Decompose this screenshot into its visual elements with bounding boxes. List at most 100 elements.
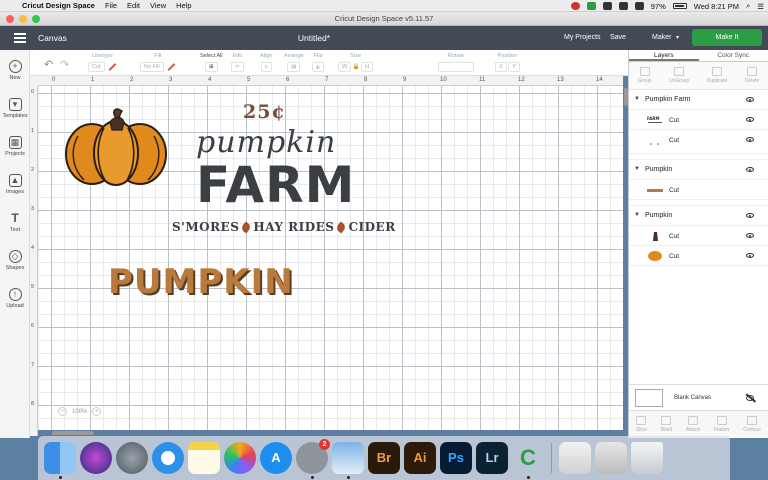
document-title[interactable]: Untitled*: [0, 33, 628, 43]
menu-file[interactable]: File: [105, 1, 117, 10]
dock-illustrator-icon[interactable]: Ai: [404, 442, 436, 474]
layer-group-pumpkin-text[interactable]: ▼ Pumpkin: [629, 160, 768, 180]
attach-button[interactable]: Attach: [686, 416, 700, 433]
eye-icon[interactable]: [746, 167, 754, 172]
art-script-text[interactable]: pumpkin: [196, 125, 336, 160]
dock-system-preferences-icon[interactable]: 2: [296, 439, 330, 479]
layer-item[interactable]: Cut: [629, 246, 768, 266]
weld-button[interactable]: Weld: [661, 416, 672, 433]
dock-finder-icon[interactable]: [44, 442, 76, 479]
menubar-clock[interactable]: Wed 8:21 PM: [694, 2, 739, 11]
linetype-select[interactable]: Cut: [88, 62, 105, 72]
align-control[interactable]: Align ≡: [260, 53, 272, 72]
chevron-down-icon[interactable]: ▼: [634, 212, 640, 218]
select-all-icon[interactable]: ⊞: [205, 62, 218, 72]
save-button[interactable]: Save: [610, 34, 626, 41]
dock-safari-icon[interactable]: [152, 442, 184, 474]
edit-icon[interactable]: ✂: [231, 62, 244, 72]
dock-preview-icon[interactable]: [332, 442, 364, 479]
menu-edit[interactable]: Edit: [127, 1, 140, 10]
notification-center-icon[interactable]: ☰: [757, 2, 764, 11]
arrange-icon[interactable]: ▤: [287, 62, 301, 72]
zoom-out-button[interactable]: −: [58, 407, 67, 416]
art-tagline[interactable]: S'MORES HAY RIDES CIDER: [172, 220, 396, 234]
size-control[interactable]: Size W 🔒 H: [338, 53, 374, 72]
eye-icon[interactable]: [746, 137, 754, 142]
sidebar-item-text[interactable]: T Text: [0, 212, 30, 234]
align-icon[interactable]: ≡: [260, 62, 272, 72]
linetype-color-icon[interactable]: [108, 62, 116, 71]
position-y-input[interactable]: Y: [508, 62, 520, 72]
rotate-control[interactable]: Rotate: [438, 53, 474, 72]
art-farm-text[interactable]: FARM: [196, 159, 355, 211]
tray-app-icon[interactable]: [570, 2, 580, 10]
zoom-in-button[interactable]: +: [92, 407, 102, 416]
position-control[interactable]: Position X Y: [495, 53, 520, 72]
tray-bluetooth-icon[interactable]: [602, 2, 612, 10]
eye-icon[interactable]: [746, 233, 754, 238]
sidebar-item-shapes[interactable]: ◇ Shapes: [0, 250, 30, 271]
size-width-input[interactable]: W: [338, 62, 352, 72]
redo-icon[interactable]: ↷: [60, 58, 69, 71]
lock-icon[interactable]: 🔒: [353, 64, 360, 70]
art-price-text[interactable]: 25¢: [243, 101, 286, 123]
layer-item[interactable]: FARM Cut: [629, 110, 768, 130]
canvas-horizontal-scrollbar[interactable]: [52, 431, 94, 435]
chevron-down-icon[interactable]: ▾: [676, 34, 679, 41]
eye-icon[interactable]: [746, 253, 754, 258]
contour-button[interactable]: Contour: [743, 416, 761, 433]
machine-select[interactable]: Maker: [652, 34, 671, 41]
tray-volume-icon[interactable]: [634, 2, 644, 10]
tab-color-sync[interactable]: Color Sync: [699, 50, 768, 61]
tray-wifi-icon[interactable]: [618, 2, 628, 10]
menu-view[interactable]: View: [150, 1, 166, 10]
dock-cricut-icon[interactable]: C: [512, 442, 544, 479]
chevron-down-icon[interactable]: ▼: [634, 96, 640, 102]
ungroup-button[interactable]: UnGroup: [669, 67, 689, 84]
dock-textedit-icon[interactable]: [559, 442, 591, 474]
dock-launchpad-icon[interactable]: [116, 442, 148, 474]
group-button[interactable]: Group: [638, 67, 652, 84]
dock-bridge-icon[interactable]: Br: [368, 442, 400, 474]
duplicate-button[interactable]: Duplicate: [707, 67, 727, 84]
tray-cricut-icon[interactable]: [586, 2, 596, 10]
fill-select[interactable]: No Fill: [140, 62, 164, 72]
flip-control[interactable]: Flip ◭: [312, 53, 325, 72]
dock-app-store-icon[interactable]: A: [260, 442, 292, 474]
dock-window-icon[interactable]: [595, 442, 627, 474]
tab-layers[interactable]: Layers: [629, 50, 699, 61]
layer-item[interactable]: Cut: [629, 130, 768, 154]
blank-canvas-row[interactable]: Blank Canvas: [629, 384, 768, 410]
sidebar-item-new[interactable]: + New: [0, 60, 30, 81]
sidebar-item-projects[interactable]: ▦ Projects: [0, 136, 30, 157]
make-it-button[interactable]: Make It: [692, 29, 762, 46]
arrange-control[interactable]: Arrange ▤: [284, 53, 304, 72]
eye-icon[interactable]: [746, 117, 754, 122]
layer-item[interactable]: Cut: [629, 180, 768, 200]
rotate-input[interactable]: [438, 62, 474, 72]
delete-button[interactable]: Delete: [745, 67, 759, 84]
layer-group-pumpkin-image[interactable]: ▼ Pumpkin: [629, 206, 768, 226]
layer-group-pumpkin-farm[interactable]: ▼ Pumpkin Farm: [629, 90, 768, 110]
dock-siri-icon[interactable]: [80, 442, 112, 474]
fill-color-icon[interactable]: [167, 62, 175, 71]
slice-button[interactable]: Slice: [636, 416, 647, 433]
edit-control[interactable]: Edit ✂: [231, 53, 244, 72]
size-height-input[interactable]: H: [361, 62, 374, 72]
undo-icon[interactable]: ↶: [44, 58, 53, 71]
spotlight-search-icon[interactable]: ⌕: [746, 1, 750, 11]
menu-help[interactable]: Help: [176, 1, 191, 10]
blank-canvas-swatch[interactable]: [635, 389, 663, 407]
fill-control[interactable]: Fill No Fill: [140, 53, 176, 72]
dock-lightroom-icon[interactable]: Lr: [476, 442, 508, 474]
sidebar-item-upload[interactable]: ↑ Upload: [0, 288, 30, 309]
pumpkin-image[interactable]: [62, 108, 170, 188]
position-x-input[interactable]: X: [495, 62, 507, 72]
layer-item[interactable]: Cut: [629, 226, 768, 246]
linetype-control[interactable]: Linetype Cut: [88, 53, 117, 72]
select-all-control[interactable]: Select All ⊞: [200, 53, 223, 72]
chevron-down-icon[interactable]: ▼: [634, 166, 640, 172]
battery-icon[interactable]: [672, 3, 687, 9]
dock-notes-icon[interactable]: [188, 442, 220, 474]
eye-icon[interactable]: [746, 213, 754, 218]
